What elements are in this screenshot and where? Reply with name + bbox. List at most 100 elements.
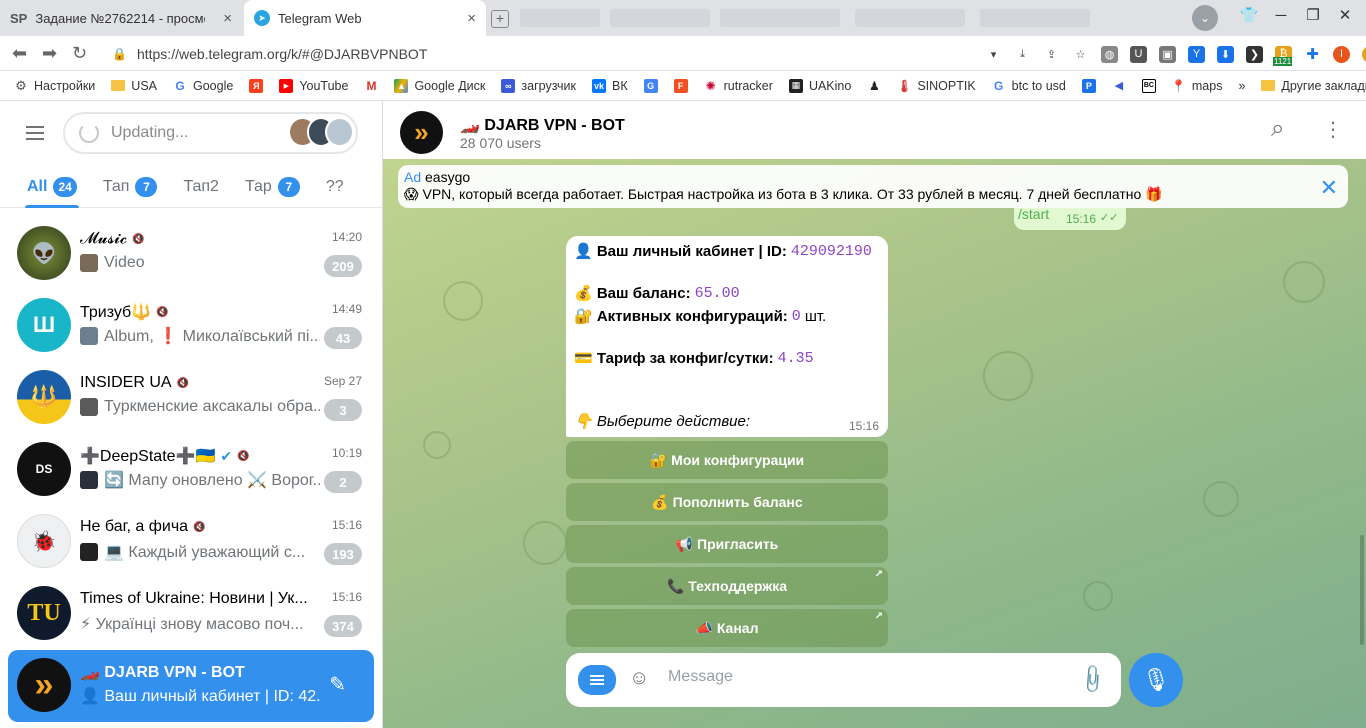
bookmark-uakino[interactable]: ▦ UAKino [788, 78, 851, 93]
badge-extension-icon[interactable]: ₿ 1121 [1273, 45, 1293, 66]
chat-item-times-of-ukraine[interactable]: TU Times of Ukraine: Новини | Ук...🔇 15:… [8, 578, 374, 650]
external-link-icon: ↗ [874, 611, 883, 622]
compose-pencil-icon[interactable]: ✎ [329, 672, 346, 697]
stories-avatars[interactable] [288, 117, 355, 149]
emoji-icon[interactable]: ☺ [629, 667, 649, 690]
new-tab-button[interactable]: + [491, 10, 509, 28]
tab-task[interactable]: SP Задание №2762214 - просмотр з × [0, 0, 242, 36]
bot-menu-button[interactable] [578, 665, 616, 695]
shield-icon[interactable]: U [1130, 45, 1147, 63]
share-icon[interactable]: ⇪ [1043, 46, 1060, 63]
search-icon[interactable]: ⌕ [1271, 115, 1284, 143]
back-button[interactable]: ⬅ [12, 43, 27, 64]
tab-tar[interactable]: Тар 7 [245, 166, 300, 208]
bookmark-f[interactable]: F [673, 78, 688, 93]
background-tab[interactable] [720, 9, 840, 27]
tab-telegram[interactable]: ➤ Telegram Web × [244, 0, 486, 36]
chat-item-djarb-vpn[interactable]: » 🏎️ DJARB VPN - BOT 👤 Ваш личный кабине… [8, 650, 374, 722]
minimize-button[interactable]: ─ [1270, 7, 1292, 24]
story-avatar[interactable] [325, 117, 355, 147]
chevron-down-icon[interactable]: ▾ [985, 46, 1002, 63]
tariff-value[interactable]: 4.35 [778, 350, 814, 367]
bookmark-btc[interactable]: Gbtc to usd [992, 79, 1066, 93]
address-bar[interactable]: 🔒 https://web.telegram.org/k/#@DJARBVPNB… [112, 40, 992, 67]
bookmark-youtube[interactable]: ▶ YouTube [279, 78, 348, 93]
install-icon[interactable]: ⤓ [1014, 46, 1031, 63]
url-text[interactable]: https://web.telegram.org/k/#@DJARBVPNBOT [137, 46, 427, 62]
bookmark-translate[interactable]: G [643, 78, 658, 93]
bookmark-vk[interactable]: vk ВК [591, 78, 628, 93]
close-tab-icon[interactable]: × [467, 10, 476, 27]
restore-button[interactable]: ❐ [1302, 6, 1324, 24]
ad-text: 😱 VPN, который всегда работает. Быстрая … [404, 186, 1163, 202]
chat-preview: Туркменские аксакалы обра... [104, 398, 320, 415]
bookmarks-more-button[interactable]: » [1238, 79, 1245, 93]
user-id-value[interactable]: 429092190 [791, 243, 872, 260]
bookmark-bc[interactable]: BC [1141, 78, 1156, 93]
bookmark-settings[interactable]: ⚙ Настройки [14, 77, 95, 93]
bookmark-gmail[interactable]: M [364, 79, 378, 93]
other-bookmarks[interactable]: Другие закладки [1261, 79, 1366, 93]
tab-tap[interactable]: Тап 7 [103, 166, 158, 208]
more-icon[interactable]: ⋮ [1323, 117, 1343, 142]
close-icon[interactable]: ✕ [1320, 175, 1338, 201]
profile-avatar[interactable]: I [1333, 45, 1350, 63]
balance-value[interactable]: 65.00 [695, 285, 740, 302]
star-icon[interactable]: ☆ [1072, 46, 1089, 63]
shirt-icon[interactable]: 👕 [1238, 6, 1260, 24]
chat-item-tryzub[interactable]: Ш Тризуб🔱 🔇 14:49 Album, ❗ Миколаївський … [8, 290, 374, 362]
chat-item-insider-ua[interactable]: 🔱 INSIDER UA 🔇 Sep 27 Туркменские аксакал… [8, 362, 374, 434]
reload-button[interactable]: ↻ [72, 43, 87, 64]
chat-item-music[interactable]: 👽 𝓜𝓾𝓼𝓲𝓬 🔇 14:20 Video 209 [8, 218, 374, 290]
briefcase-icon[interactable]: ▣ [1159, 45, 1176, 63]
channel-button[interactable]: 📣 Канал ↗ [566, 609, 888, 647]
tab-all[interactable]: All 24 [25, 166, 79, 208]
background-tab[interactable] [980, 9, 1090, 27]
bookmark-loader[interactable]: ∞ загрузчик [501, 78, 576, 93]
bookmark-figure[interactable]: ♟ [867, 79, 881, 93]
bookmark-arrow[interactable]: ◀ [1112, 79, 1126, 93]
bookmark-rutracker[interactable]: ✺ rutracker [704, 79, 773, 93]
close-window-button[interactable]: ✕ [1334, 6, 1356, 24]
read-ticks-icon: ✓✓ [1100, 212, 1119, 224]
download-extension-icon[interactable]: ⬇ [1217, 45, 1234, 63]
message-input[interactable] [668, 668, 1068, 686]
arrow-extension-icon[interactable]: ❯ [1246, 45, 1263, 63]
chat-avatar[interactable]: » [400, 111, 443, 154]
bookmark-usa[interactable]: USA [111, 79, 157, 93]
top-up-balance-button[interactable]: 💰 Пополнить баланс [566, 483, 888, 521]
globe-icon[interactable]: ◍ [1101, 45, 1118, 63]
bookmark-sinoptik[interactable]: 🌡 SINOPTIK [897, 79, 976, 93]
y-extension-icon[interactable]: Y [1188, 45, 1205, 63]
menu-icon[interactable] [26, 126, 44, 140]
support-button[interactable]: 📞 Техподдержка ↗ [566, 567, 888, 605]
chat-header[interactable]: » 🏎️ DJARB VPN - BOT 28 070 users ⌕ ⋮ [383, 101, 1366, 159]
bookmark-yandex[interactable]: Я [249, 78, 264, 93]
gear-icon: ⚙ [15, 77, 27, 93]
sponsored-ad[interactable]: Ad easygo 😱 VPN, который всегда работает… [398, 165, 1348, 208]
my-configs-button[interactable]: 🔐 Мои конфигурации [566, 441, 888, 479]
chat-scrollbar[interactable] [1360, 535, 1364, 645]
puzzle-icon[interactable]: ✚ [1304, 46, 1321, 63]
close-tab-icon[interactable]: × [223, 10, 232, 27]
voice-record-button[interactable]: 🎙 [1129, 653, 1183, 707]
bookmark-drive[interactable]: ▲ Google Диск [394, 78, 485, 93]
lock-icon[interactable]: 🔒 [112, 47, 127, 61]
tab-tap2[interactable]: Тап2 [183, 166, 219, 208]
background-tab[interactable] [520, 9, 600, 27]
chat-item-ne-bag[interactable]: 🐞 Не баг, а фича 🔇 15:16 💻 Каждый уважающ… [8, 506, 374, 578]
bookmark-google[interactable]: G Google [173, 79, 233, 93]
background-tab[interactable] [855, 9, 965, 27]
attach-icon[interactable]: 📎 [1075, 662, 1110, 697]
configs-value[interactable]: 0 [792, 308, 801, 325]
forward-button[interactable]: ➡ [42, 43, 57, 64]
background-tab[interactable] [610, 9, 710, 27]
tab-search-button[interactable]: ⌄ [1192, 5, 1218, 31]
profile-icon[interactable]: ◉ [1362, 45, 1366, 63]
bookmark-p[interactable]: P [1081, 78, 1096, 93]
folder-icon [1261, 80, 1276, 91]
chat-item-deepstate[interactable]: DS ➕DeepState➕🇺🇦 ✔ 🔇 10:19 🔄 Мапу оновлено… [8, 434, 374, 506]
invite-button[interactable]: 📢 Пригласить [566, 525, 888, 563]
bookmark-maps[interactable]: 📍 maps [1171, 79, 1222, 93]
tab-unknown[interactable]: ?? [326, 166, 344, 208]
